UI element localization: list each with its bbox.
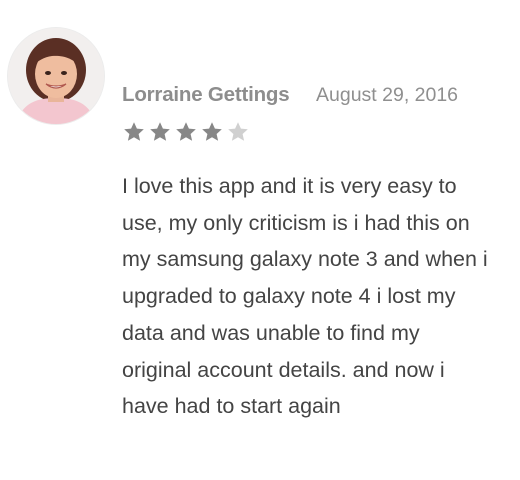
star-filled-icon (150, 122, 170, 141)
star-rating (122, 119, 250, 145)
review-date: August 29, 2016 (316, 84, 459, 106)
reviewer-avatar (8, 28, 104, 124)
star-empty-icon (228, 122, 248, 141)
star-filled-icon (202, 122, 222, 141)
star-filled-icon (124, 122, 144, 141)
review-text: I love this app and it is very easy to u… (122, 174, 488, 419)
star-filled-icon (176, 122, 196, 141)
avatar-photo (8, 28, 104, 124)
review-card: Lorraine Gettings August 29, 2016 I love… (0, 0, 520, 480)
reviewer-name: Lorraine Gettings (122, 83, 290, 106)
